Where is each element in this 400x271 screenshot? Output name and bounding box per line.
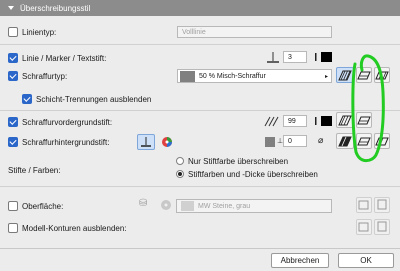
dropdown-arrow-icon: ▸ [324,73,328,80]
background-color-swatch [265,137,275,147]
contour-icon [377,221,387,232]
pen-color-swatch[interactable] [315,115,333,127]
background-pen-button[interactable] [137,134,155,150]
schraffurtyp-select[interactable]: 50 % Misch-Schraffur ▸ [177,69,332,83]
oberflaeche-value: MW Steine, grau [198,202,251,210]
vordergrund-checkbox[interactable] [8,117,18,127]
contour-mode-button-1[interactable] [356,219,372,235]
hatch-mode-button-2[interactable] [356,67,372,83]
modell-checkbox[interactable] [8,223,18,233]
radio-nur-stiftfarbe-label: Nur Stiftfarbe überschreiben [188,157,289,166]
linientyp-checkbox[interactable] [8,27,18,37]
schicht-checkbox[interactable] [22,94,32,104]
hatch-pattern-icon [357,137,371,146]
radio-nur-stiftfarbe[interactable] [176,157,184,165]
schraffurtyp-checkbox[interactable] [8,71,18,81]
hatch-pen-icon [264,116,279,127]
schraffurtyp-label: Schraffurtyp: [22,72,68,81]
hatch-pattern-icon [338,136,352,147]
hatch-mode-button-7[interactable] [356,133,372,149]
surface-mode-button-1[interactable] [356,197,372,213]
hatch-pattern-icon [357,71,371,80]
fill-preview-swatch [180,70,195,82]
oberflaeche-select[interactable]: MW Steine, grau [176,199,332,213]
hatch-mode-button-5[interactable] [356,112,372,128]
hatch-pattern-icon [338,115,352,126]
hintergrund-label: Schraffurhintergrundstift: [22,138,110,147]
hatch-mode-button-8[interactable] [374,133,390,149]
cancel-button[interactable]: Abbrechen [271,253,329,268]
pen-line-icon [141,137,151,147]
hatch-pattern-icon [357,116,371,125]
linie-stift-label: Linie / Marker / Textstift: [22,54,107,63]
contour-icon [358,222,369,232]
linie-stift-checkbox[interactable] [8,53,18,63]
transparent-icon[interactable]: ⌀ [318,135,323,146]
hatch-mode-button-6[interactable] [336,133,354,149]
radio-stiftfarben-dicke-label: Stiftfarben und -Dicke überschreiben [188,170,318,179]
schraffurtyp-value: 50 % Misch-Schraffur [199,72,266,80]
pen-line-icon [267,52,279,63]
hatch-mode-button-4[interactable] [336,112,354,128]
surface-icon [358,200,369,210]
hatch-pattern-icon [375,71,389,80]
modell-label: Modell-Konturen ausblenden: [22,224,127,233]
paint-bucket-icon: ⛁ [139,198,148,209]
hintergrund-pen-input[interactable]: 0 [283,135,307,147]
color-wheel-icon[interactable] [161,136,173,148]
hatch-pattern-icon [338,70,352,81]
collapse-triangle-icon[interactable] [8,6,14,10]
surface-icon [377,199,387,210]
linientyp-label: Linientyp: [22,28,57,37]
ok-button[interactable]: OK [338,253,394,268]
panel-header[interactable]: Überschreibungsstil [0,0,400,16]
linientyp-select[interactable]: Volllinie [177,26,332,38]
linie-pen-input[interactable]: 3 [283,51,307,63]
material-swatch [181,201,194,211]
hatch-mode-button-1[interactable] [336,67,354,83]
oberflaeche-checkbox[interactable] [8,201,18,211]
schicht-label: Schicht-Trennungen ausblenden [36,95,152,104]
hatch-pattern-icon [375,137,389,146]
pen-color-swatch[interactable] [315,51,333,63]
hatch-mode-button-3[interactable] [374,67,390,83]
vordergrund-label: Schraffurvordergrundstift: [22,118,113,127]
contour-mode-button-2[interactable] [374,219,390,235]
surface-mode-button-2[interactable] [374,197,390,213]
oberflaeche-label: Oberfläche: [22,202,64,211]
stifte-label: Stifte / Farben: [8,166,61,175]
panel-title: Überschreibungsstil [20,3,91,13]
radio-stiftfarben-dicke[interactable] [176,170,184,178]
vordergrund-pen-input[interactable]: 99 [283,115,307,127]
color-wheel-icon [161,200,171,210]
hintergrund-checkbox[interactable] [8,137,18,147]
